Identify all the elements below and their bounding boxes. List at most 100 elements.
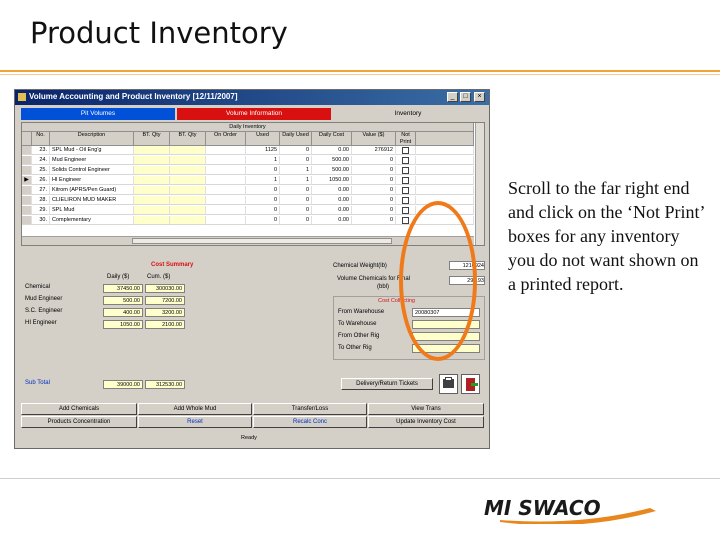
cell-daily-used: 1 [280, 176, 312, 185]
grid-vertical-scrollbar[interactable] [475, 123, 484, 245]
not-print-checkbox[interactable] [402, 217, 409, 224]
row-selector[interactable]: ▶ [22, 176, 32, 185]
col-header-value: Value ($) [352, 132, 396, 146]
cell-used: 1 [246, 156, 280, 165]
row-selector[interactable] [22, 186, 32, 195]
cell-not-print [396, 166, 416, 175]
cell-description: CLIELIRON MUD MAKER [50, 196, 134, 205]
not-print-checkbox[interactable] [402, 187, 409, 194]
tab-inventory[interactable]: Inventory [333, 108, 483, 120]
cell-daily-cost: 0.00 [312, 206, 352, 215]
cost-row-label: Mud Engineer [25, 296, 63, 302]
cost-row-daily-field: 400.00 [103, 308, 143, 317]
cell-no: 28. [32, 196, 50, 205]
view-trans-button[interactable]: View Trans [368, 403, 484, 415]
cell-spare [416, 166, 474, 175]
products-concentration-button[interactable]: Products Concentration [21, 416, 137, 428]
cell-value: 0 [352, 186, 396, 195]
cost-row-daily-field: 1050.00 [103, 320, 143, 329]
cell-on-order [206, 206, 246, 215]
app-window: Volume Accounting and Product Inventory … [14, 89, 490, 449]
cell-daily-used: 0 [280, 156, 312, 165]
cell-description: SPL Mud [50, 206, 134, 215]
print-icon[interactable] [439, 374, 458, 394]
row-selector[interactable] [22, 156, 32, 165]
tab-volume-information[interactable]: Volume Information [177, 108, 331, 120]
minimize-icon[interactable]: _ [447, 92, 458, 102]
table-row[interactable]: 29. SPL Mud 0 0 0.00 0 [22, 206, 474, 216]
not-print-checkbox[interactable] [402, 197, 409, 204]
not-print-checkbox[interactable] [402, 177, 409, 184]
cell-no: 29. [32, 206, 50, 215]
cell-used: 1125 [246, 146, 280, 155]
cell-used: 0 [246, 196, 280, 205]
col-header-bt-qty-1: BT. Qty [134, 132, 170, 146]
delivery-return-tickets-button[interactable]: Delivery/Return Tickets [341, 378, 433, 390]
cell-spare [416, 176, 474, 185]
highlight-oval [399, 201, 477, 361]
cell-not-print [396, 176, 416, 185]
cell-daily-used: 0 [280, 206, 312, 215]
col-header-sel [22, 132, 32, 146]
cost-row-label: HI Engineer [25, 320, 57, 326]
exit-door-icon[interactable] [461, 374, 480, 394]
recalc-conc-button[interactable]: Recalc Conc [253, 416, 367, 428]
cell-used: 0 [246, 166, 280, 175]
row-selector[interactable] [22, 196, 32, 205]
cell-bt-qty-2 [170, 206, 206, 215]
subtotal-cum-field: 312530.00 [145, 380, 185, 389]
cost-row-cum-field: 3200.00 [145, 308, 185, 317]
horizontal-scroll-thumb[interactable] [132, 238, 392, 244]
cell-daily-cost: 1050.00 [312, 176, 352, 185]
transfer-loss-button[interactable]: Transfer/Loss [253, 403, 367, 415]
cell-bt-qty-1 [134, 156, 170, 165]
cell-on-order [206, 176, 246, 185]
cost-summary-panel: Cost Summary Daily ($) Cum. ($) Chemical… [21, 260, 329, 394]
cell-not-print [396, 146, 416, 155]
col-header-description: Description [50, 132, 134, 146]
cell-spare [416, 156, 474, 165]
tab-pit-volumes[interactable]: Pit Volumes [21, 108, 175, 120]
not-print-checkbox[interactable] [402, 207, 409, 214]
row-selector[interactable] [22, 206, 32, 215]
col-header-spare [416, 132, 474, 146]
cell-bt-qty-2 [170, 156, 206, 165]
cell-value: 0 [352, 216, 396, 225]
cell-daily-cost: 0.00 [312, 216, 352, 225]
cell-used: 1 [246, 176, 280, 185]
row-selector[interactable] [22, 216, 32, 225]
slide-title: Product Inventory [30, 16, 288, 50]
subtotal-label: Sub Total [25, 380, 50, 386]
add-chemicals-button[interactable]: Add Chemicals [21, 403, 137, 415]
cell-value: 276912 [352, 146, 396, 155]
table-row[interactable]: ▶ 26. HI Engineer 1 1 1050.00 0 [22, 176, 474, 186]
table-row[interactable]: 23. SPL Mud - Oil Eng'g 1125 0 0.00 276912 [22, 146, 474, 156]
table-row[interactable]: 24. Mud Engineer 1 0 500.00 0 [22, 156, 474, 166]
cost-row-label: Chemical [25, 284, 51, 290]
cell-spare [416, 146, 474, 155]
row-selector[interactable] [22, 146, 32, 155]
table-row[interactable]: 27. Kitrom (APRS/Pen Guard) 0 0 0.00 0 [22, 186, 474, 196]
table-row[interactable]: 25. Solids Control Engineer 0 1 500.00 0 [22, 166, 474, 176]
cell-description: HI Engineer [50, 176, 134, 185]
cell-not-print [396, 156, 416, 165]
cell-not-print [396, 206, 416, 215]
update-inventory-cost-button[interactable]: Update Inventory Cost [368, 416, 484, 428]
not-print-checkbox[interactable] [402, 167, 409, 174]
cell-no: 24. [32, 156, 50, 165]
row-selector[interactable] [22, 166, 32, 175]
cost-row-cum-field: 7200.00 [145, 296, 185, 305]
close-icon[interactable]: × [474, 92, 485, 102]
table-row[interactable]: 28. CLIELIRON MUD MAKER 0 0 0.00 0 [22, 196, 474, 206]
maximize-icon[interactable]: □ [460, 92, 471, 102]
reset-button[interactable]: Reset [138, 416, 252, 428]
cell-used: 0 [246, 186, 280, 195]
add-whole-mud-button[interactable]: Add Whole Mud [138, 403, 252, 415]
not-print-checkbox[interactable] [402, 157, 409, 164]
cell-no: 23. [32, 146, 50, 155]
cell-on-order [206, 146, 246, 155]
not-print-checkbox[interactable] [402, 147, 409, 154]
cost-row-cum-field: 300030.00 [145, 284, 185, 293]
cell-spare [416, 186, 474, 195]
table-row[interactable]: 30. Complementary 0 0 0.00 0 [22, 216, 474, 226]
